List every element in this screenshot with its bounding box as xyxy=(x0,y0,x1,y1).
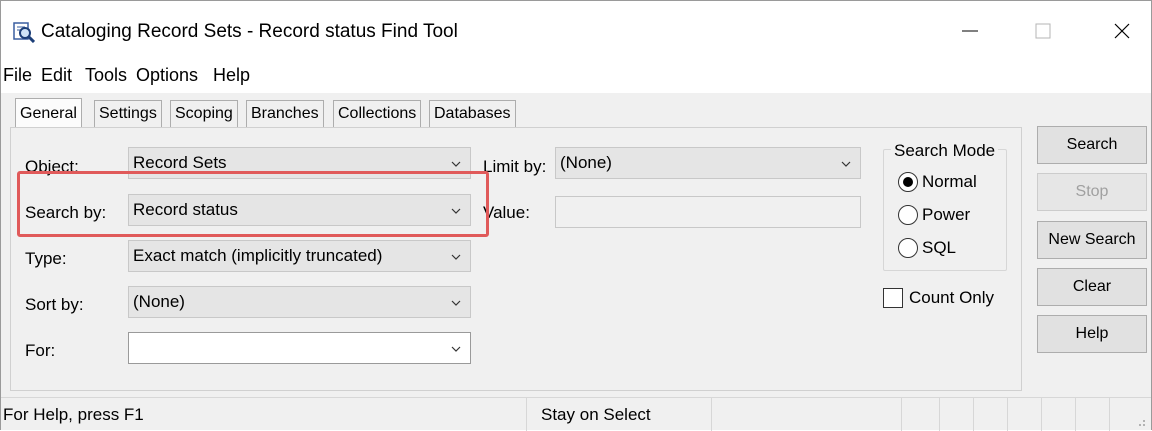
object-select-value: Record Sets xyxy=(133,153,227,172)
chevron-down-icon xyxy=(451,346,461,352)
tab-collections[interactable]: Collections xyxy=(333,100,422,128)
search-by-select[interactable]: Record status xyxy=(128,194,471,226)
new-search-button[interactable]: New Search xyxy=(1037,221,1147,259)
status-help-text: For Help, press F1 xyxy=(3,405,144,424)
sort-by-select-value: (None) xyxy=(133,292,185,311)
limit-by-select-value: (None) xyxy=(560,153,612,172)
radio-sql[interactable]: SQL xyxy=(898,238,956,258)
stop-button[interactable]: Stop xyxy=(1037,173,1147,211)
radio-normal-label: Normal xyxy=(922,172,977,191)
close-icon xyxy=(1114,23,1130,39)
sort-by-select[interactable]: (None) xyxy=(128,286,471,318)
chevron-down-icon xyxy=(451,300,461,306)
minimize-button[interactable] xyxy=(947,13,993,49)
status-pane xyxy=(939,398,973,431)
find-tool-window: Cataloging Record Sets - Record status F… xyxy=(0,0,1152,431)
chevron-down-icon xyxy=(451,161,461,167)
limit-by-select[interactable]: (None) xyxy=(555,147,861,179)
value-label: Value: xyxy=(483,203,530,222)
menu-help[interactable]: Help xyxy=(213,63,250,88)
search-button[interactable]: Search xyxy=(1037,126,1147,164)
tab-general[interactable]: General xyxy=(15,98,82,128)
status-bar: For Help, press F1 Stay on Select xyxy=(1,397,1151,431)
status-pane xyxy=(901,398,939,431)
maximize-button[interactable] xyxy=(1020,13,1066,49)
radio-selected-icon xyxy=(898,172,918,192)
object-select[interactable]: Record Sets xyxy=(128,147,471,179)
radio-sql-label: SQL xyxy=(922,238,957,257)
tab-settings[interactable]: Settings xyxy=(94,100,162,128)
tab-scoping[interactable]: Scoping xyxy=(170,100,238,128)
resize-grip-icon xyxy=(1139,420,1145,426)
tab-branches[interactable]: Branches xyxy=(246,100,324,128)
radio-unselected-icon xyxy=(898,205,918,225)
status-pane xyxy=(1075,398,1109,431)
clear-button[interactable]: Clear xyxy=(1037,268,1147,306)
menu-edit[interactable]: Edit xyxy=(41,63,72,88)
status-pane xyxy=(1041,398,1075,431)
count-only-label: Count Only xyxy=(909,288,995,307)
type-select[interactable]: Exact match (implicitly truncated) xyxy=(128,240,471,272)
menu-tools[interactable]: Tools xyxy=(85,63,127,88)
close-button[interactable] xyxy=(1099,13,1145,49)
for-label: For: xyxy=(25,341,56,360)
window-title: Cataloging Record Sets - Record status F… xyxy=(41,21,458,42)
status-pane xyxy=(711,398,901,431)
limit-by-label: Limit by: xyxy=(483,157,547,176)
status-mode-text: Stay on Select xyxy=(541,405,651,424)
status-pane xyxy=(973,398,1007,431)
menu-bar: File Edit Tools Options Help xyxy=(1,59,1151,93)
menu-file[interactable]: File xyxy=(3,63,32,88)
checkbox-icon xyxy=(883,288,903,308)
search-mode-title: Search Mode xyxy=(891,141,999,161)
chevron-down-icon xyxy=(841,161,851,167)
type-select-value: Exact match (implicitly truncated) xyxy=(133,246,383,265)
radio-power[interactable]: Power xyxy=(898,205,970,225)
count-only-checkbox[interactable]: Count Only xyxy=(883,288,994,308)
search-by-select-value: Record status xyxy=(133,200,238,219)
status-pane xyxy=(1007,398,1041,431)
resize-grip[interactable] xyxy=(1109,398,1150,431)
radio-normal[interactable]: Normal xyxy=(898,172,977,192)
minimize-icon xyxy=(962,30,978,32)
help-button[interactable]: Help xyxy=(1037,315,1147,353)
menu-options[interactable]: Options xyxy=(136,63,198,88)
chevron-down-icon xyxy=(451,208,461,214)
type-label: Type: xyxy=(25,249,67,268)
sort-by-label: Sort by: xyxy=(25,295,84,314)
tab-databases[interactable]: Databases xyxy=(429,100,516,128)
search-by-label: Search by: xyxy=(25,203,107,222)
object-label: Object: xyxy=(25,157,79,176)
radio-power-label: Power xyxy=(922,205,971,224)
value-field xyxy=(555,196,861,228)
chevron-down-icon xyxy=(451,254,461,260)
magnifier-book-icon xyxy=(13,21,36,44)
maximize-icon xyxy=(1035,23,1051,39)
title-bar[interactable]: Cataloging Record Sets - Record status F… xyxy=(1,1,1151,59)
for-input[interactable] xyxy=(128,332,471,364)
radio-unselected-icon xyxy=(898,238,918,258)
status-pane-mode: Stay on Select xyxy=(526,398,711,431)
